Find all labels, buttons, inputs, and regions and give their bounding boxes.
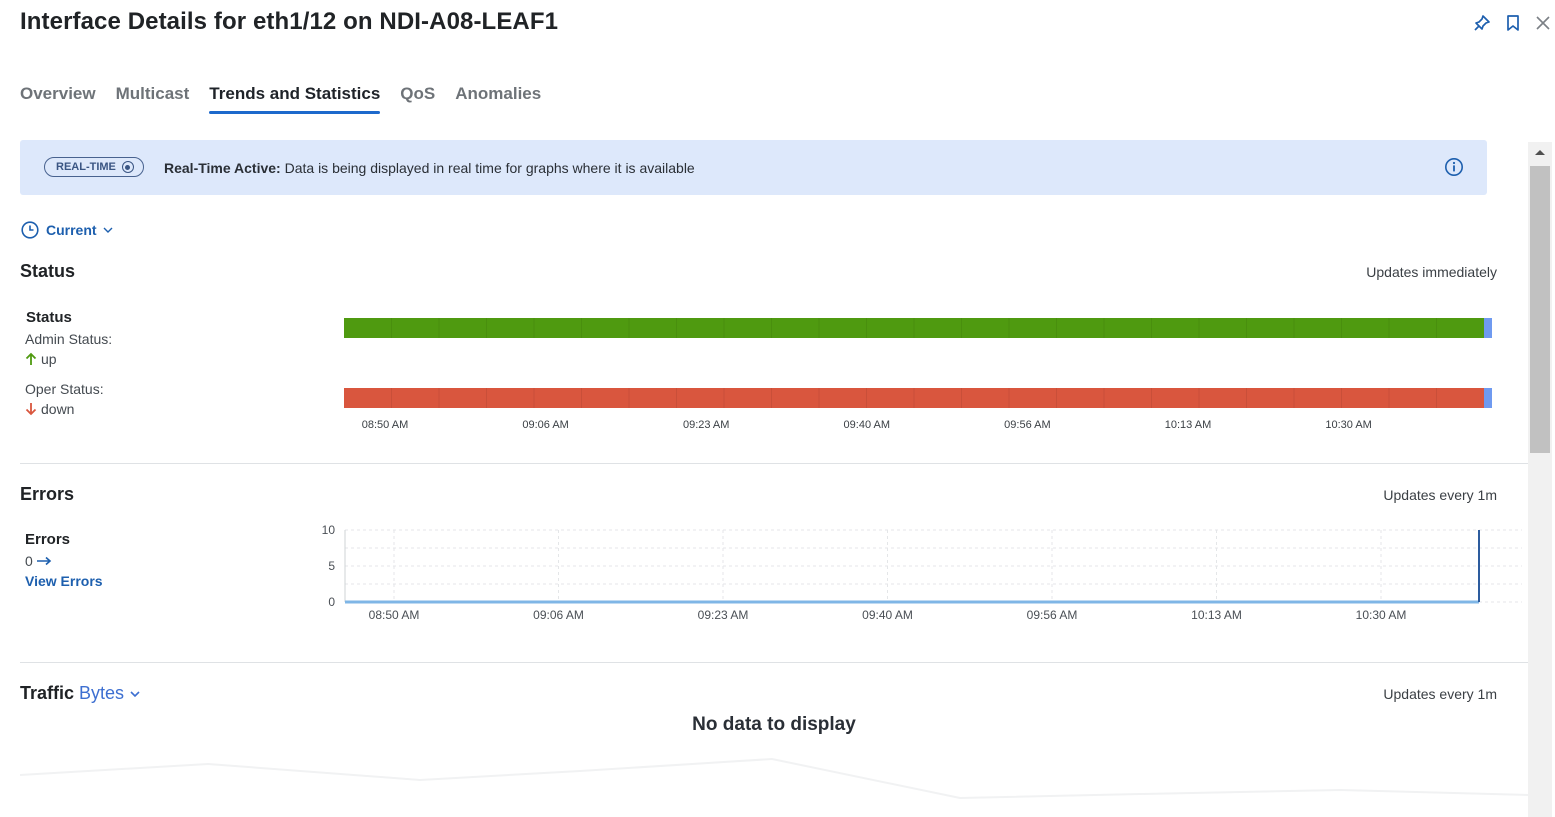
view-errors-link[interactable]: View Errors bbox=[25, 573, 103, 589]
banner-message-text: Data is being displayed in real time for… bbox=[280, 160, 695, 176]
oper-status-value: down bbox=[25, 401, 74, 417]
time-range-selector[interactable]: Current bbox=[20, 220, 113, 240]
banner-message: Real-Time Active: Data is being displaye… bbox=[164, 160, 695, 176]
tab-overview[interactable]: Overview bbox=[20, 84, 96, 114]
realtime-indicator-icon bbox=[121, 161, 134, 173]
clock-icon bbox=[21, 221, 39, 239]
scroll-up-icon[interactable] bbox=[1528, 142, 1552, 162]
section-divider bbox=[20, 463, 1528, 464]
now-marker bbox=[1484, 318, 1492, 338]
banner-message-bold: Real-Time Active: bbox=[164, 160, 281, 176]
tab-trends-and-statistics[interactable]: Trends and Statistics bbox=[209, 84, 381, 114]
traffic-placeholder-graphic bbox=[20, 757, 1528, 800]
errors-line-chart: 0 5 10 08:50 AM 09:06 AM 09:23 AM 09:40 AM 09:… bbox=[322, 523, 1522, 622]
chevron-down-icon[interactable] bbox=[129, 690, 141, 698]
realtime-label: REAL-TIME bbox=[56, 161, 116, 173]
tab-qos[interactable]: QoS bbox=[400, 84, 435, 114]
status-timeline-chart: 08:50 AM 09:06 AM 09:23 AM 09:40 AM 09:56 AM… bbox=[344, 318, 1492, 431]
chevron-down-icon bbox=[103, 227, 113, 233]
status-x-tick-label: 09:40 AM bbox=[844, 419, 890, 431]
arrow-right-icon bbox=[36, 556, 52, 566]
realtime-toggle[interactable]: REAL-TIME bbox=[44, 157, 144, 177]
status-x-tick-label: 08:50 AM bbox=[362, 419, 408, 431]
admin-status-text: up bbox=[41, 351, 57, 367]
bookmark-icon[interactable] bbox=[1502, 12, 1524, 34]
errors-heading: Errors bbox=[25, 531, 71, 548]
errors-count-value: 0 bbox=[25, 553, 33, 569]
oper-status-text: down bbox=[41, 401, 75, 417]
status-heading: Status bbox=[26, 309, 72, 326]
y-tick-label: 10 bbox=[322, 523, 336, 537]
admin-status-label: Admin Status: bbox=[25, 331, 113, 347]
y-tick-label: 0 bbox=[328, 595, 335, 609]
x-tick-label: 10:30 AM bbox=[1356, 608, 1407, 622]
scrollbar-thumb[interactable] bbox=[1530, 166, 1550, 453]
oper-status-label: Oper Status: bbox=[25, 381, 104, 397]
section-divider bbox=[20, 662, 1528, 663]
errors-section-title: Errors bbox=[20, 484, 75, 504]
x-tick-label: 10:13 AM bbox=[1191, 608, 1242, 622]
realtime-banner: REAL-TIME Real-Time Active: Data is bein… bbox=[20, 140, 1487, 195]
traffic-metric-selector[interactable]: Bytes bbox=[79, 683, 124, 704]
status-updates-note: Updates immediately bbox=[1366, 264, 1497, 280]
no-data-message: No data to display bbox=[692, 714, 856, 735]
arrow-up-icon bbox=[25, 352, 37, 365]
status-x-tick-label: 09:06 AM bbox=[522, 419, 568, 431]
x-tick-label: 09:06 AM bbox=[533, 608, 584, 622]
traffic-title-text: Traffic bbox=[20, 683, 75, 703]
info-icon[interactable] bbox=[1444, 157, 1464, 177]
status-x-tick-label: 10:13 AM bbox=[1165, 419, 1211, 431]
errors-updates-note: Updates every 1m bbox=[1383, 487, 1497, 503]
tab-anomalies[interactable]: Anomalies bbox=[455, 84, 541, 114]
x-tick-label: 09:23 AM bbox=[698, 608, 749, 622]
pin-icon[interactable] bbox=[1471, 12, 1493, 34]
page-title: Interface Details for eth1/12 on NDI-A08… bbox=[20, 8, 559, 35]
arrow-down-icon bbox=[25, 403, 37, 416]
traffic-updates-note: Updates every 1m bbox=[1383, 686, 1497, 702]
close-icon[interactable] bbox=[1532, 12, 1554, 34]
status-section-title: Status bbox=[20, 261, 76, 281]
time-range-label: Current bbox=[46, 222, 97, 238]
admin-status-value: up bbox=[25, 351, 57, 367]
x-tick-label: 09:56 AM bbox=[1027, 608, 1078, 622]
x-tick-label: 09:40 AM bbox=[862, 608, 913, 622]
tab-bar: Overview Multicast Trends and Statistics… bbox=[20, 84, 541, 114]
errors-count: 0 bbox=[25, 553, 52, 569]
y-tick-label: 5 bbox=[328, 559, 335, 573]
status-x-tick-label: 09:56 AM bbox=[1004, 419, 1050, 431]
status-x-tick-label: 10:30 AM bbox=[1325, 419, 1371, 431]
status-x-tick-label: 09:23 AM bbox=[683, 419, 729, 431]
traffic-section-title: Traffic Bytes bbox=[20, 683, 141, 704]
tab-multicast[interactable]: Multicast bbox=[116, 84, 190, 114]
x-tick-label: 08:50 AM bbox=[369, 608, 420, 622]
now-marker bbox=[1484, 388, 1492, 408]
